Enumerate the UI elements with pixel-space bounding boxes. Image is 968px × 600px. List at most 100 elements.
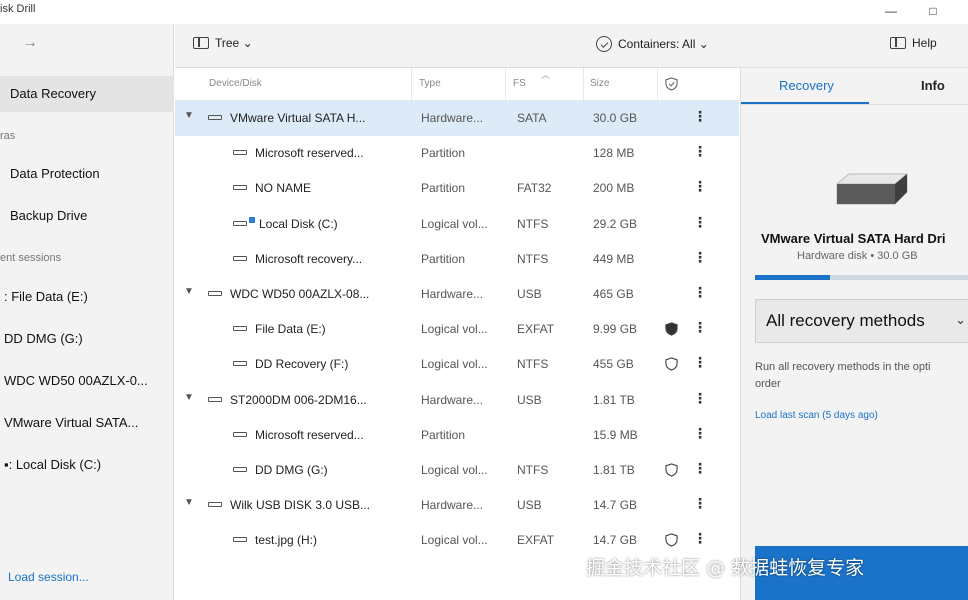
help-button[interactable]: Help xyxy=(890,36,937,50)
cell-fs: NTFS xyxy=(517,463,549,477)
cell-fs: NTFS xyxy=(517,251,549,266)
more-options-icon[interactable]: ⋮ xyxy=(693,109,707,123)
partition-row[interactable]: Microsoft recovery... Partition NTFS 449 MB… xyxy=(175,242,739,277)
more-options-icon[interactable]: ⋮ xyxy=(693,285,707,299)
hard-drive-icon xyxy=(836,173,908,205)
drive-icon xyxy=(233,431,247,437)
session-item[interactable]: DD DMG (G:) xyxy=(0,321,174,357)
sidebar-item-backup-drive[interactable]: Backup Drive xyxy=(0,198,174,234)
cell-type: Logical vol... xyxy=(421,533,488,548)
col-header-size[interactable]: Size xyxy=(590,78,609,89)
drive-icon xyxy=(233,361,247,367)
shield-protected-icon[interactable] xyxy=(665,322,678,336)
cell-fs: NTFS xyxy=(517,216,549,231)
containers-filter-button[interactable]: Containers: All ⌄ xyxy=(596,36,709,52)
partition-row[interactable]: DD Recovery (F:) Logical vol... NTFS 455 GB… xyxy=(175,347,739,382)
more-options-icon[interactable]: ⋮ xyxy=(693,144,707,158)
disk-usage-fill xyxy=(755,275,830,280)
cell-fs: USB xyxy=(517,287,542,301)
partition-row[interactable]: Microsoft reserved... Partition 15.9 MB ⋮ xyxy=(175,418,739,453)
cell-size: 15.9 MB xyxy=(593,427,638,442)
more-options-icon[interactable]: ⋮ xyxy=(693,215,707,229)
column-divider[interactable] xyxy=(657,68,658,101)
filter-icon xyxy=(596,36,612,52)
more-options-icon[interactable]: ⋮ xyxy=(693,355,707,369)
cell-type: Logical vol... xyxy=(421,463,488,477)
more-options-icon[interactable]: ⋮ xyxy=(693,496,707,510)
sidebar-item-data-recovery[interactable]: Data Recovery xyxy=(0,76,174,112)
cell-name: WDC WD50 00AZLX-08... xyxy=(230,287,370,301)
help-label: Help xyxy=(912,36,937,50)
cell-type: Partition xyxy=(421,181,466,196)
expand-chevron-icon[interactable]: ▼ xyxy=(184,286,194,297)
disk-row[interactable]: ▼ Wilk USB DISK 3.0 USB... Hardware... USB 1… xyxy=(175,488,739,523)
cell-name: DD Recovery (F:) xyxy=(255,357,349,372)
more-options-icon[interactable]: ⋮ xyxy=(693,426,707,440)
load-session-link[interactable]: Load session... xyxy=(8,570,89,584)
disk-row[interactable]: ▼ WDC WD50 00AZLX-08... Hardware... USB 465 … xyxy=(175,277,739,312)
partition-row[interactable]: NO NAME Partition FAT32 200 MB ⋮ xyxy=(175,171,739,206)
shield-icon[interactable] xyxy=(665,463,678,477)
cell-size: 29.2 GB xyxy=(593,216,638,231)
cell-type: Hardware... xyxy=(421,498,484,513)
disk-row[interactable]: ▼ ST2000DM 006-2DM16... Hardware... USB 1.81… xyxy=(175,383,739,418)
minimize-button[interactable]: — xyxy=(876,2,906,20)
more-options-icon[interactable]: ⋮ xyxy=(693,320,707,334)
shield-icon[interactable] xyxy=(665,357,678,372)
partition-row[interactable]: Microsoft reserved... Partition 128 MB ⋮ xyxy=(175,136,739,171)
expand-chevron-icon[interactable]: ▼ xyxy=(184,392,194,403)
session-item[interactable]: ▪: Local Disk (C:) xyxy=(0,447,174,483)
col-header-device[interactable]: Device/Disk xyxy=(209,78,262,89)
drive-icon xyxy=(208,291,222,296)
cell-name: NO NAME xyxy=(255,181,312,196)
more-options-icon[interactable]: ⋮ xyxy=(693,461,707,475)
back-arrow-icon[interactable]: → xyxy=(22,34,38,52)
list-header: Device/Disk Type FS ︿ Size xyxy=(175,68,739,101)
recovery-method-description: Run all recovery methods in the opti ord… xyxy=(755,359,968,393)
sort-up-icon: ︿ xyxy=(541,70,551,80)
col-header-type[interactable]: Type xyxy=(419,78,441,89)
column-divider[interactable] xyxy=(505,68,506,101)
drive-icon xyxy=(233,326,247,332)
sidebar-item-data-protection[interactable]: Data Protection xyxy=(0,156,174,192)
session-item[interactable]: : File Data (E:) xyxy=(0,279,174,315)
session-item[interactable]: WDC WD50 00AZLX-0... xyxy=(0,363,174,399)
load-last-scan-link[interactable]: Load last scan (5 days ago) xyxy=(755,410,878,421)
column-divider[interactable] xyxy=(583,68,584,101)
expand-chevron-icon[interactable]: ▼ xyxy=(184,497,194,508)
drive-icon xyxy=(233,537,247,543)
col-header-fs[interactable]: FS xyxy=(513,78,526,89)
drive-icon xyxy=(208,502,222,508)
tab-recovery[interactable]: Recovery xyxy=(779,78,834,93)
drive-icon xyxy=(208,115,222,120)
maximize-button[interactable]: □ xyxy=(918,2,948,20)
cell-size: 1.81 TB xyxy=(593,392,635,407)
more-options-icon[interactable]: ⋮ xyxy=(693,250,707,264)
disk-list: Device/Disk Type FS ︿ Size ▼ VMware Virtu… xyxy=(175,68,739,600)
disk-row[interactable]: ▼ VMware Virtual SATA H... Hardware... SATA… xyxy=(175,101,739,136)
partition-row[interactable]: File Data (E:) Logical vol... EXFAT 9.99 GB… xyxy=(175,312,739,347)
view-mode-label: Tree ⌄ xyxy=(215,36,253,50)
view-mode-button[interactable]: Tree ⌄ xyxy=(193,36,253,50)
more-options-icon[interactable]: ⋮ xyxy=(693,179,707,193)
watermark: 掘金技术社区 @ 数据蛙恢复专家 xyxy=(586,557,865,579)
more-options-icon[interactable]: ⋮ xyxy=(693,531,707,545)
cell-name: DD DMG (G:) xyxy=(255,463,328,477)
tree-view-icon xyxy=(193,37,209,49)
expand-chevron-icon[interactable]: ▼ xyxy=(184,110,194,121)
cell-size: 128 MB xyxy=(593,146,635,161)
cell-fs: SATA xyxy=(517,111,547,125)
drive-icon xyxy=(233,467,247,472)
help-book-icon xyxy=(890,37,906,49)
session-item[interactable]: VMware Virtual SATA... xyxy=(0,405,174,441)
cell-fs: NTFS xyxy=(517,357,549,372)
drive-icon xyxy=(233,185,247,191)
tab-info[interactable]: Info xyxy=(921,78,945,93)
partition-row[interactable]: DD DMG (G:) Logical vol... NTFS 1.81 TB ⋮ xyxy=(175,453,739,488)
chevron-down-icon: ⌄ xyxy=(955,312,966,327)
recovery-method-select[interactable]: All recovery methods ⌄ xyxy=(755,299,968,343)
partition-row[interactable]: Local Disk (C:) Logical vol... NTFS 29.2 GB… xyxy=(175,207,739,242)
more-options-icon[interactable]: ⋮ xyxy=(693,391,707,405)
shield-icon[interactable] xyxy=(665,533,678,548)
column-divider[interactable] xyxy=(411,68,412,101)
